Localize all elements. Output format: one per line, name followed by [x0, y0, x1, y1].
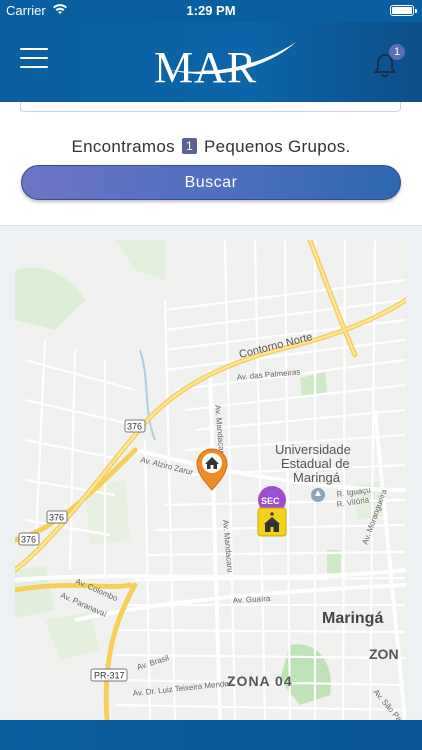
- map-label: Maringá: [293, 470, 341, 485]
- status-bar: Carrier 1:29 PM: [0, 0, 422, 22]
- church-pin-icon[interactable]: SEC: [257, 486, 287, 537]
- app-header: MAR 1: [0, 22, 422, 102]
- menu-icon-line: [20, 57, 48, 59]
- park-area: [15, 566, 55, 618]
- bottom-bar: [0, 720, 422, 750]
- search-field[interactable]: [20, 102, 401, 112]
- map-canvas[interactable]: Contorno Norte Av. das Palmeiras Av. Man…: [15, 240, 406, 720]
- svg-text:376: 376: [127, 422, 142, 432]
- park-area: [15, 267, 85, 330]
- park-area: [300, 372, 327, 396]
- map-label: Av. São Pa: [371, 688, 404, 720]
- svg-text:PR-317: PR-317: [94, 671, 125, 681]
- map-label: Av. das Palmeiras: [236, 367, 300, 382]
- church-badge-text: SEC: [261, 496, 280, 506]
- park-area: [115, 240, 165, 280]
- menu-icon-line: [20, 66, 48, 68]
- search-button[interactable]: Buscar: [21, 165, 401, 200]
- route-shield-pr317: PR-317: [90, 668, 128, 682]
- map-view[interactable]: Contorno Norte Av. das Palmeiras Av. Man…: [15, 240, 406, 720]
- map-label: Universidade: [275, 442, 351, 457]
- mar-logo: MAR: [154, 42, 296, 90]
- clock: 1:29 PM: [186, 3, 236, 18]
- map-label: Maringá: [322, 610, 383, 627]
- results-count-badge: 1: [181, 138, 197, 154]
- menu-button[interactable]: [20, 48, 48, 70]
- route-shield-376: 376: [46, 510, 68, 524]
- route-shield-376: 376: [124, 419, 146, 433]
- home-pin-icon[interactable]: [196, 448, 228, 491]
- search-panel: Encontramos 1 Pequenos Grupos. Buscar: [0, 102, 422, 226]
- map-label: Av. Guaíra: [233, 594, 271, 605]
- results-prefix: Encontramos: [71, 137, 175, 156]
- map-label: ZON: [369, 646, 399, 662]
- svg-text:376: 376: [21, 535, 36, 545]
- battery-icon: [390, 5, 417, 16]
- notification-badge: 1: [389, 44, 405, 60]
- results-summary: Encontramos 1 Pequenos Grupos.: [0, 137, 422, 157]
- route-shield-376: 376: [18, 532, 40, 546]
- menu-icon-line: [20, 48, 48, 50]
- park-area: [45, 612, 100, 660]
- svg-text:376: 376: [49, 513, 64, 523]
- map-label: ZONA 04: [227, 673, 293, 689]
- map-label: Estadual de: [281, 456, 350, 471]
- results-suffix: Pequenos Grupos.: [203, 137, 351, 156]
